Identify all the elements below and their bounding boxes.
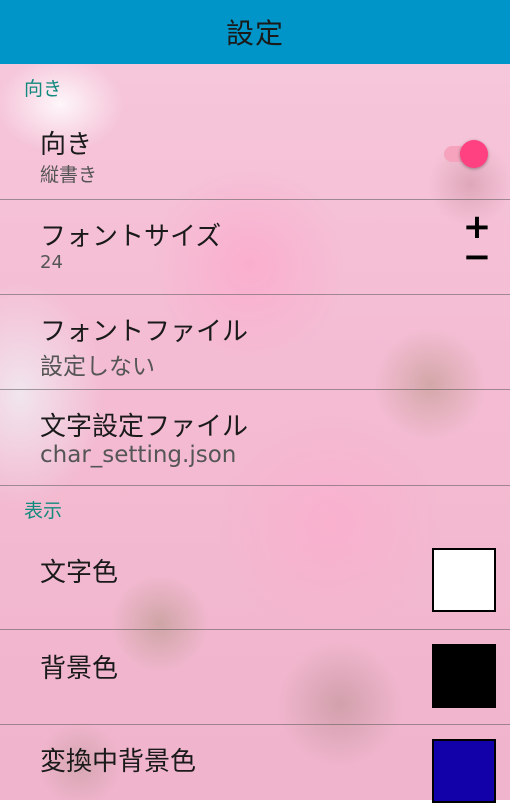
- setting-char-setting-file[interactable]: 文字設定ファイル char_setting.json: [0, 390, 510, 486]
- font-file-label: フォントファイル: [40, 317, 249, 347]
- text-color-swatch[interactable]: [432, 548, 496, 612]
- page-title: 設定: [225, 17, 284, 50]
- font-size-decrease-button[interactable]: −: [460, 240, 494, 274]
- char-setting-file-value: char_setting.json: [40, 442, 237, 468]
- orientation-label: 向き: [40, 130, 93, 160]
- font-file-value: 設定しない: [40, 354, 155, 380]
- converting-background-color-swatch[interactable]: [432, 739, 496, 803]
- orientation-switch[interactable]: [442, 140, 490, 168]
- orientation-value: 縦書き: [40, 164, 98, 186]
- font-size-label: フォントサイズ: [40, 222, 222, 252]
- converting-background-color-label: 変換中背景色: [40, 747, 197, 777]
- background-color-swatch[interactable]: [432, 644, 496, 708]
- setting-font-file[interactable]: フォントファイル 設定しない: [0, 295, 510, 390]
- setting-background-color[interactable]: 背景色: [0, 630, 510, 725]
- text-color-label: 文字色: [40, 558, 119, 588]
- app-bar: 設定: [0, 0, 510, 64]
- background-color-label: 背景色: [40, 654, 119, 684]
- char-setting-file-label: 文字設定ファイル: [40, 412, 249, 442]
- setting-orientation[interactable]: 向き 縦書き: [0, 110, 510, 200]
- section-header-display: 表示: [24, 499, 63, 522]
- section-header-orientation: 向き: [24, 77, 63, 100]
- setting-text-color[interactable]: 文字色: [0, 532, 510, 630]
- font-size-value: 24: [40, 252, 63, 273]
- switch-thumb: [460, 140, 488, 168]
- font-size-stepper[interactable]: + −: [460, 210, 494, 274]
- settings-list: 向き 向き 縦書き フォントサイズ 24 + − フォントファイル 設定しない …: [0, 64, 510, 805]
- setting-font-size[interactable]: フォントサイズ 24 + −: [0, 200, 510, 295]
- setting-converting-background-color[interactable]: 変換中背景色: [0, 725, 510, 805]
